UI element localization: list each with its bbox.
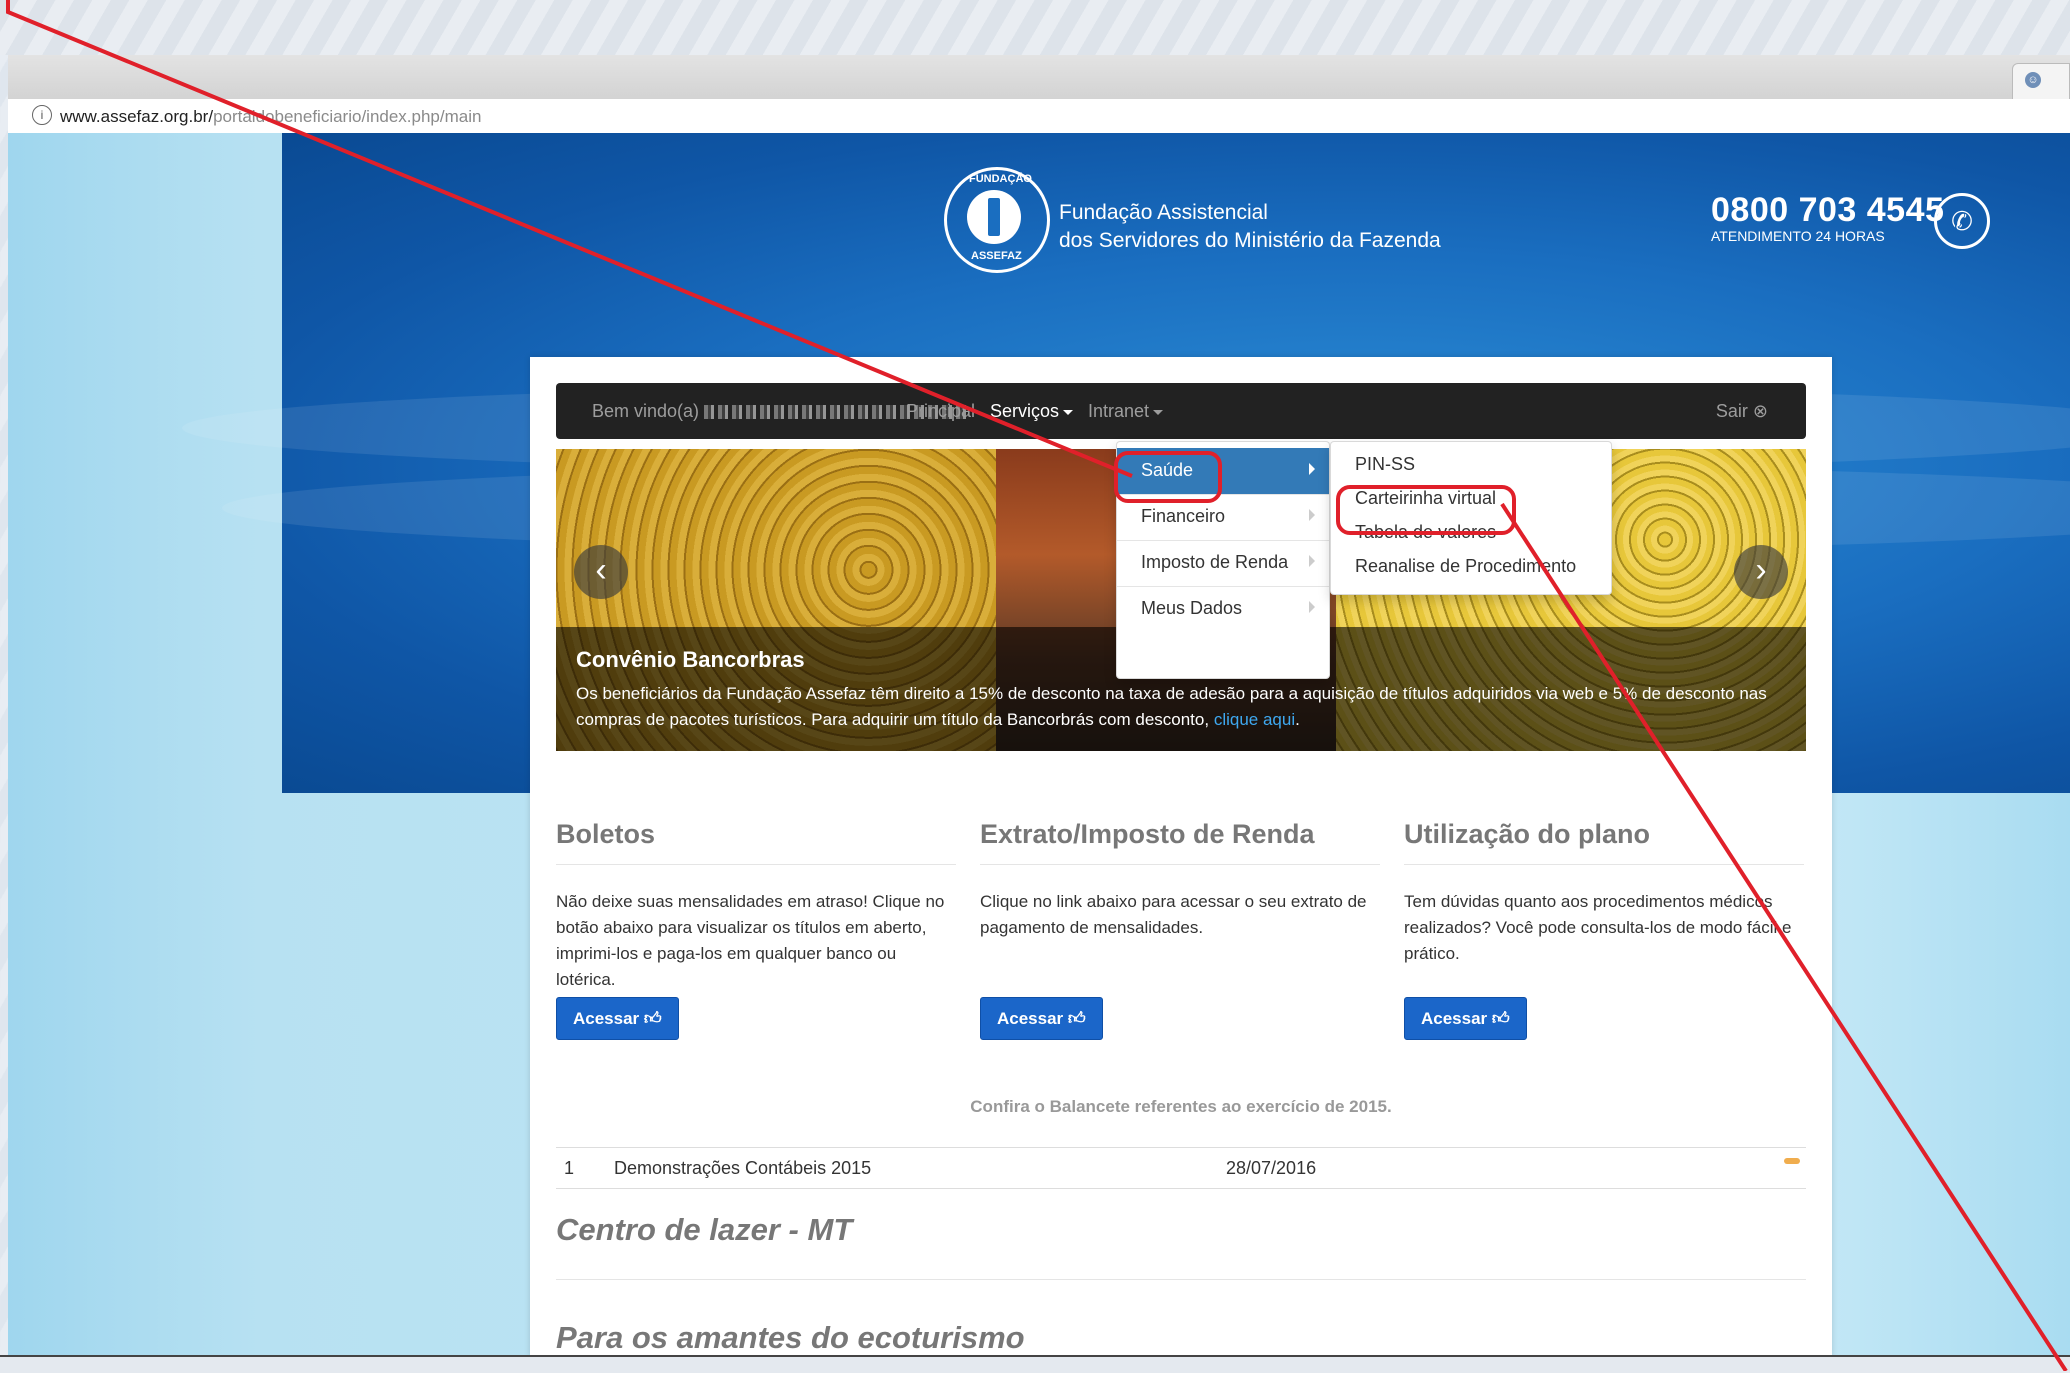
site-page: FUNDAÇÃO ASSEFAZ Fundação Assistencial d… bbox=[8, 133, 2070, 1355]
card-text: Clique no link abaixo para acessar o seu… bbox=[980, 892, 1367, 937]
carousel-prev-icon[interactable]: ‹ bbox=[574, 545, 628, 599]
caret-down-icon bbox=[1063, 409, 1074, 415]
profile-icon[interactable]: ☺ bbox=[2025, 72, 2041, 88]
logout-icon: ⊗ bbox=[1752, 401, 1768, 421]
submenu-item-reanalise[interactable]: Reanalise de Procedimento bbox=[1355, 556, 1576, 577]
chevron-right-icon bbox=[1309, 509, 1315, 521]
card-title: Extrato/Imposto de Renda bbox=[980, 819, 1380, 865]
logo-bottom-text: ASSEFAZ bbox=[971, 250, 1022, 262]
caret-down-icon bbox=[1153, 409, 1164, 415]
highlight-carteirinha bbox=[1336, 485, 1516, 535]
chevron-right-icon bbox=[1309, 463, 1315, 475]
navbar: Bem vindo(a) Principal Serviços Intranet… bbox=[556, 383, 1806, 439]
acessar-boletos-button[interactable]: Acessar 👍︎ bbox=[556, 997, 679, 1040]
section-title-eco: Para os amantes do ecoturismo bbox=[556, 1320, 1025, 1355]
thumbs-up-icon: 👍︎ bbox=[1067, 1009, 1086, 1028]
card-text: Não deixe suas mensalidades em atraso! C… bbox=[556, 892, 945, 989]
org-name-line1: Fundação Assistencial bbox=[1059, 201, 1268, 224]
logout-button[interactable]: Sair ⊗ bbox=[1716, 401, 1768, 422]
assefaz-logo[interactable]: FUNDAÇÃO ASSEFAZ bbox=[944, 167, 1050, 273]
browser-window: ☺ i www.assefaz.org.br/portaldobeneficia… bbox=[8, 55, 2070, 1355]
card-utilizacao: Utilização do plano Tem dúvidas quanto a… bbox=[1404, 819, 1804, 1040]
org-name: Fundação Assistencial dos Servidores do … bbox=[1059, 199, 1441, 255]
row-name: Demonstrações Contábeis 2015 bbox=[614, 1158, 872, 1178]
section-title-lazer: Centro de lazer - MT bbox=[556, 1212, 853, 1247]
table-row: 1 Demonstrações Contábeis 2015 28/07/201… bbox=[556, 1147, 1832, 1200]
tab-bar: ☺ bbox=[8, 55, 2070, 100]
acessar-extrato-button[interactable]: Acessar 👍︎ bbox=[980, 997, 1103, 1040]
nav-servicos[interactable]: Serviços bbox=[990, 401, 1074, 422]
phone-number: 0800 703 4545 bbox=[1711, 191, 1945, 229]
card-text: Tem dúvidas quanto aos procedimentos méd… bbox=[1404, 892, 1792, 963]
url-path: portaldobeneficiario/index.php/main bbox=[213, 107, 482, 126]
balancete-title: Confira o Balancete referentes ao exercí… bbox=[970, 1097, 1392, 1116]
info-circle-icon: ⓘ bbox=[1792, 1170, 1806, 1186]
download-button[interactable]: Baixar arquivo ⓘ bbox=[1784, 1158, 1832, 1200]
url-host: www.assefaz.org.br/ bbox=[60, 107, 214, 126]
chevron-right-icon bbox=[1309, 601, 1315, 613]
menu-item-meus-dados[interactable]: Meus Dados bbox=[1117, 586, 1329, 632]
url-text[interactable]: www.assefaz.org.br/portaldobeneficiario/… bbox=[60, 107, 481, 127]
card-extrato: Extrato/Imposto de Renda Clique no link … bbox=[980, 819, 1380, 1040]
logo-figure-icon bbox=[967, 190, 1021, 244]
bottom-edge bbox=[0, 1355, 2070, 1373]
phone-icon: ✆ bbox=[1934, 193, 1990, 249]
carousel-next-icon[interactable]: › bbox=[1734, 545, 1788, 599]
card-title: Utilização do plano bbox=[1404, 819, 1804, 865]
menu-item-imposto-de-renda[interactable]: Imposto de Renda bbox=[1117, 540, 1329, 587]
info-icon[interactable]: i bbox=[32, 105, 52, 125]
browser-tab[interactable]: ☺ bbox=[2012, 63, 2070, 100]
nav-principal[interactable]: Principal bbox=[906, 401, 975, 422]
logo-top-text: FUNDAÇÃO bbox=[969, 173, 1032, 185]
row-date: 28/07/2016 bbox=[1226, 1158, 1317, 1178]
address-bar[interactable]: i www.assefaz.org.br/portaldobeneficiari… bbox=[8, 99, 2070, 134]
phone-subtitle: ATENDIMENTO 24 HORAS bbox=[1711, 228, 1885, 244]
banner-link[interactable]: clique aqui bbox=[1214, 710, 1295, 729]
card-title: Boletos bbox=[556, 819, 956, 865]
divider bbox=[556, 1279, 1806, 1280]
highlight-saude bbox=[1114, 451, 1222, 503]
chevron-right-icon bbox=[1309, 555, 1315, 567]
thumbs-up-icon: 👍︎ bbox=[1491, 1009, 1510, 1028]
nav-intranet[interactable]: Intranet bbox=[1088, 401, 1164, 422]
acessar-utilizacao-button[interactable]: Acessar 👍︎ bbox=[1404, 997, 1527, 1040]
banner-title: Convênio Bancorbras bbox=[576, 647, 805, 672]
org-name-line2: dos Servidores do Ministério da Fazenda bbox=[1059, 229, 1441, 252]
card-boletos: Boletos Não deixe suas mensalidades em a… bbox=[556, 819, 956, 1040]
submenu-item-pin-ss[interactable]: PIN-SS bbox=[1355, 454, 1415, 475]
banner-text: Os beneficiários da Fundação Assefaz têm… bbox=[576, 684, 1767, 729]
phone-contact: 0800 703 4545 ATENDIMENTO 24 HORAS bbox=[1711, 191, 1944, 244]
thumbs-up-icon: 👍︎ bbox=[643, 1009, 662, 1028]
top-strip bbox=[0, 0, 2070, 55]
row-index: 1 bbox=[564, 1158, 575, 1178]
main-panel: Bem vindo(a) Principal Serviços Intranet… bbox=[530, 357, 1832, 1355]
